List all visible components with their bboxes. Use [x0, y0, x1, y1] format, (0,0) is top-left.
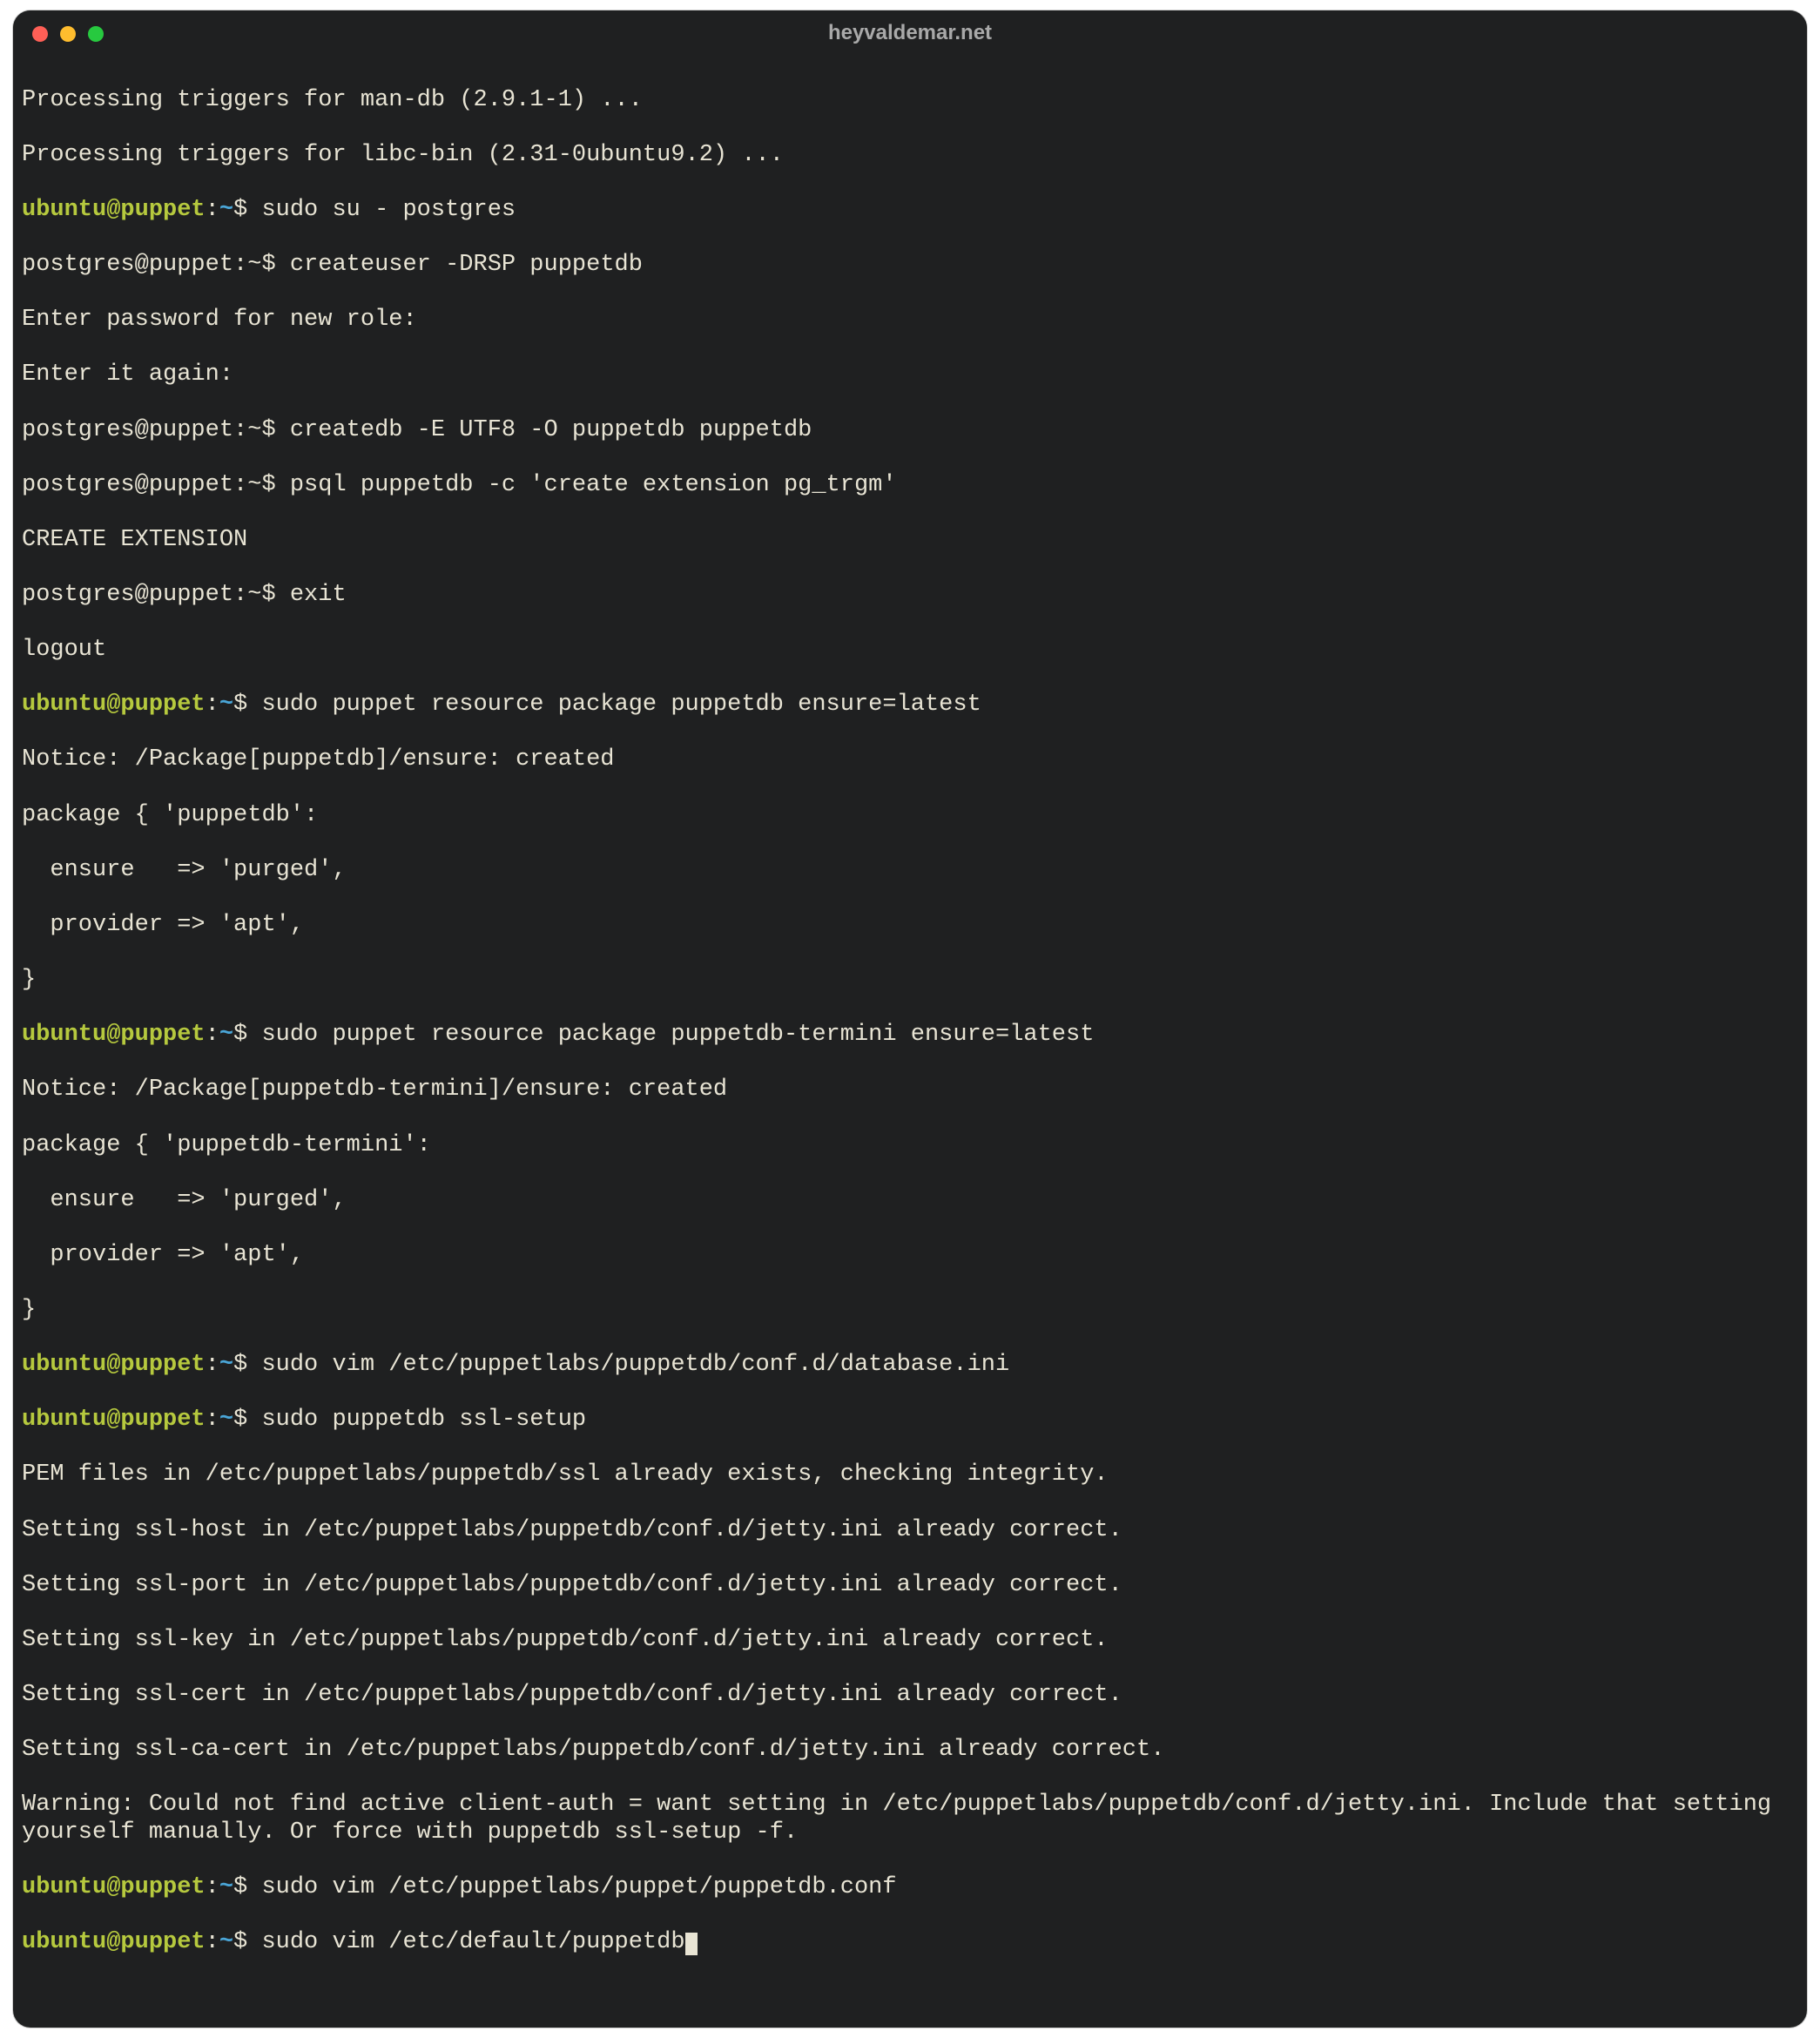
output-line: provider => 'apt', — [22, 912, 1798, 940]
output-line: logout — [22, 637, 1798, 665]
prompt-sep: : — [206, 1022, 219, 1048]
terminal-body[interactable]: Processing triggers for man-db (2.9.1-1)… — [13, 56, 1807, 2028]
output-line: } — [22, 967, 1798, 995]
output-line: ensure => 'purged', — [22, 857, 1798, 885]
prompt-symbol: $ — [233, 1352, 247, 1378]
command-text: sudo puppet resource package puppetdb-te… — [247, 1022, 1094, 1048]
output-line: CREATE EXTENSION — [22, 527, 1798, 555]
prompt-user-host: ubuntu@puppet — [22, 1022, 206, 1048]
prompt-sep: : — [206, 1874, 219, 1900]
output-line: Setting ssl-key in /etc/puppetlabs/puppe… — [22, 1627, 1798, 1655]
prompt-path: ~ — [219, 1874, 233, 1900]
minimize-icon[interactable] — [60, 26, 76, 42]
output-line: Enter password for new role: — [22, 307, 1798, 334]
maximize-icon[interactable] — [88, 26, 104, 42]
command-text: createuser -DRSP puppetdb — [276, 252, 643, 278]
prompt-sep: : — [206, 1929, 219, 1955]
prompt-path: ~ — [219, 1022, 233, 1048]
output-line: Processing triggers for man-db (2.9.1-1)… — [22, 87, 1798, 115]
output-line: Enter it again: — [22, 361, 1798, 389]
prompt-line: ubuntu@puppet:~$ sudo puppet resource pa… — [22, 692, 1798, 719]
prompt-path: ~ — [219, 1407, 233, 1433]
output-line: Setting ssl-host in /etc/puppetlabs/pupp… — [22, 1517, 1798, 1545]
command-text: sudo puppetdb ssl-setup — [247, 1407, 586, 1433]
output-line: Notice: /Package[puppetdb]/ensure: creat… — [22, 746, 1798, 774]
prompt-line: ubuntu@puppet:~$ sudo vim /etc/default/p… — [22, 1929, 1798, 1957]
prompt-symbol: $ — [233, 1929, 247, 1955]
prompt-sep: : — [206, 197, 219, 223]
output-line: } — [22, 1297, 1798, 1325]
prompt-line: ubuntu@puppet:~$ sudo vim /etc/puppetlab… — [22, 1352, 1798, 1380]
prompt-sep: : — [206, 692, 219, 718]
prompt-symbol: $ — [233, 1022, 247, 1048]
prompt-postgres: postgres@puppet:~$ — [22, 252, 276, 278]
prompt-user-host: ubuntu@puppet — [22, 1929, 206, 1955]
prompt-user-host: ubuntu@puppet — [22, 197, 206, 223]
traffic-lights — [32, 26, 104, 42]
output-line: Setting ssl-ca-cert in /etc/puppetlabs/p… — [22, 1737, 1798, 1765]
command-text: sudo vim /etc/default/puppetdb — [247, 1929, 684, 1955]
close-icon[interactable] — [32, 26, 48, 42]
prompt-line: postgres@puppet:~$ psql puppetdb -c 'cre… — [22, 472, 1798, 500]
cursor-icon — [685, 1933, 698, 1955]
prompt-line: postgres@puppet:~$ createuser -DRSP pupp… — [22, 252, 1798, 280]
prompt-path: ~ — [219, 692, 233, 718]
output-line: Setting ssl-port in /etc/puppetlabs/pupp… — [22, 1572, 1798, 1600]
command-text: sudo su - postgres — [247, 197, 516, 223]
command-text: sudo vim /etc/puppetlabs/puppet/puppetdb… — [247, 1874, 896, 1900]
prompt-path: ~ — [219, 197, 233, 223]
command-text: sudo puppet resource package puppetdb en… — [247, 692, 981, 718]
output-line: package { 'puppetdb': — [22, 802, 1798, 830]
prompt-line: postgres@puppet:~$ createdb -E UTF8 -O p… — [22, 417, 1798, 445]
prompt-symbol: $ — [233, 692, 247, 718]
output-line: package { 'puppetdb-termini': — [22, 1132, 1798, 1160]
prompt-user-host: ubuntu@puppet — [22, 692, 206, 718]
prompt-line: ubuntu@puppet:~$ sudo su - postgres — [22, 197, 1798, 225]
output-line: Warning: Could not find active client-au… — [22, 1792, 1798, 1846]
prompt-symbol: $ — [233, 1407, 247, 1433]
titlebar: heyvaldemar.net — [13, 10, 1807, 56]
prompt-line: ubuntu@puppet:~$ sudo vim /etc/puppetlab… — [22, 1874, 1798, 1902]
prompt-path: ~ — [219, 1352, 233, 1378]
prompt-line: postgres@puppet:~$ exit — [22, 582, 1798, 610]
terminal-window: heyvaldemar.net Processing triggers for … — [13, 10, 1807, 2028]
prompt-sep: : — [206, 1407, 219, 1433]
prompt-user-host: ubuntu@puppet — [22, 1874, 206, 1900]
prompt-postgres: postgres@puppet:~$ — [22, 417, 276, 443]
output-line: PEM files in /etc/puppetlabs/puppetdb/ss… — [22, 1461, 1798, 1489]
command-text: exit — [276, 582, 347, 608]
output-line: Processing triggers for libc-bin (2.31-0… — [22, 142, 1798, 170]
prompt-symbol: $ — [233, 197, 247, 223]
command-text: psql puppetdb -c 'create extension pg_tr… — [276, 472, 897, 498]
output-line: ensure => 'purged', — [22, 1187, 1798, 1215]
prompt-user-host: ubuntu@puppet — [22, 1407, 206, 1433]
command-text: sudo vim /etc/puppetlabs/puppetdb/conf.d… — [247, 1352, 1009, 1378]
prompt-line: ubuntu@puppet:~$ sudo puppetdb ssl-setup — [22, 1407, 1798, 1434]
prompt-postgres: postgres@puppet:~$ — [22, 472, 276, 498]
prompt-symbol: $ — [233, 1874, 247, 1900]
prompt-path: ~ — [219, 1929, 233, 1955]
prompt-postgres: postgres@puppet:~$ — [22, 582, 276, 608]
prompt-sep: : — [206, 1352, 219, 1378]
output-line: Notice: /Package[puppetdb-termini]/ensur… — [22, 1076, 1798, 1104]
prompt-user-host: ubuntu@puppet — [22, 1352, 206, 1378]
output-line: provider => 'apt', — [22, 1242, 1798, 1270]
command-text: createdb -E UTF8 -O puppetdb puppetdb — [276, 417, 812, 443]
window-title: heyvaldemar.net — [13, 21, 1807, 45]
output-line: Setting ssl-cert in /etc/puppetlabs/pupp… — [22, 1682, 1798, 1710]
prompt-line: ubuntu@puppet:~$ sudo puppet resource pa… — [22, 1022, 1798, 1049]
